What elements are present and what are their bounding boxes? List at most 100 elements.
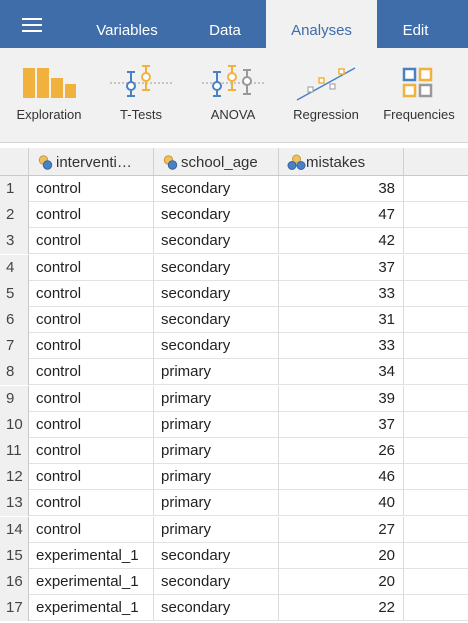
intervention-cell[interactable]: control bbox=[29, 359, 154, 386]
school-age-cell[interactable]: primary bbox=[154, 516, 279, 543]
column-header-school-age[interactable]: school_age bbox=[154, 148, 279, 176]
row-number-cell[interactable]: 10 bbox=[0, 411, 29, 438]
empty-cell[interactable] bbox=[404, 228, 468, 254]
school-age-cell[interactable]: primary bbox=[154, 359, 279, 386]
intervention-cell[interactable]: experimental_1 bbox=[29, 595, 154, 622]
school-age-cell[interactable]: primary bbox=[154, 490, 279, 517]
empty-cell[interactable] bbox=[404, 517, 468, 543]
intervention-cell[interactable]: control bbox=[29, 385, 154, 412]
mistakes-cell[interactable]: 39 bbox=[279, 385, 404, 412]
mistakes-cell[interactable]: 33 bbox=[279, 280, 404, 307]
mistakes-cell[interactable]: 40 bbox=[279, 490, 404, 517]
empty-cell[interactable] bbox=[404, 438, 468, 464]
empty-cell[interactable] bbox=[404, 543, 468, 569]
empty-cell[interactable] bbox=[404, 490, 468, 516]
row-number-cell[interactable]: 2 bbox=[0, 202, 29, 229]
empty-cell[interactable] bbox=[404, 595, 468, 621]
school-age-cell[interactable]: secondary bbox=[154, 254, 279, 281]
empty-cell[interactable] bbox=[404, 333, 468, 359]
school-age-cell[interactable]: secondary bbox=[154, 542, 279, 569]
row-number-cell[interactable]: 11 bbox=[0, 438, 29, 464]
school-age-cell[interactable]: secondary bbox=[154, 307, 279, 333]
school-age-cell[interactable]: secondary bbox=[154, 333, 279, 360]
tab-edit[interactable]: Edit bbox=[377, 0, 454, 48]
intervention-cell[interactable]: control bbox=[29, 464, 154, 491]
row-number-cell[interactable]: 6 bbox=[0, 307, 29, 333]
school-age-cell[interactable]: secondary bbox=[154, 595, 279, 622]
mistakes-cell[interactable]: 46 bbox=[279, 464, 404, 491]
school-age-cell[interactable]: primary bbox=[154, 411, 279, 438]
tab-variables[interactable]: Variables bbox=[80, 0, 174, 48]
intervention-cell[interactable]: control bbox=[29, 411, 154, 438]
school-age-cell[interactable]: secondary bbox=[154, 280, 279, 307]
school-age-cell[interactable]: secondary bbox=[154, 228, 279, 255]
ttests-button[interactable]: T-Tests bbox=[98, 48, 184, 142]
row-number-cell[interactable]: 12 bbox=[0, 464, 29, 491]
intervention-cell[interactable]: control bbox=[29, 228, 154, 255]
mistakes-cell[interactable]: 34 bbox=[279, 359, 404, 386]
empty-cell[interactable] bbox=[404, 202, 468, 228]
school-age-cell[interactable]: secondary bbox=[154, 176, 279, 202]
intervention-cell[interactable]: control bbox=[29, 307, 154, 333]
row-number-cell[interactable]: 15 bbox=[0, 542, 29, 569]
school-age-cell[interactable]: primary bbox=[154, 438, 279, 464]
intervention-cell[interactable]: control bbox=[29, 516, 154, 543]
row-number-cell[interactable]: 8 bbox=[0, 359, 29, 386]
row-number-cell[interactable]: 3 bbox=[0, 228, 29, 255]
mistakes-cell[interactable]: 33 bbox=[279, 333, 404, 360]
tab-data[interactable]: Data bbox=[176, 0, 274, 48]
mistakes-cell[interactable]: 27 bbox=[279, 516, 404, 543]
mistakes-cell[interactable]: 42 bbox=[279, 228, 404, 255]
empty-cell[interactable] bbox=[404, 176, 468, 202]
empty-column-header[interactable] bbox=[404, 148, 468, 176]
exploration-button[interactable]: Exploration bbox=[6, 48, 92, 142]
mistakes-cell[interactable]: 38 bbox=[279, 176, 404, 202]
mistakes-cell[interactable]: 37 bbox=[279, 254, 404, 281]
empty-cell[interactable] bbox=[404, 386, 468, 412]
mistakes-cell[interactable]: 20 bbox=[279, 569, 404, 595]
row-number-cell[interactable]: 7 bbox=[0, 333, 29, 360]
intervention-cell[interactable]: control bbox=[29, 254, 154, 281]
intervention-cell[interactable]: experimental_1 bbox=[29, 542, 154, 569]
row-number-cell[interactable]: 17 bbox=[0, 595, 29, 622]
column-header-mistakes[interactable]: mistakes bbox=[279, 148, 404, 176]
empty-cell[interactable] bbox=[404, 464, 468, 490]
row-number-cell[interactable]: 9 bbox=[0, 385, 29, 412]
empty-cell[interactable] bbox=[404, 281, 468, 307]
intervention-cell[interactable]: control bbox=[29, 490, 154, 517]
intervention-cell[interactable]: control bbox=[29, 176, 154, 202]
school-age-cell[interactable]: secondary bbox=[154, 569, 279, 595]
empty-cell[interactable] bbox=[404, 359, 468, 385]
empty-cell[interactable] bbox=[404, 412, 468, 438]
intervention-cell[interactable]: control bbox=[29, 280, 154, 307]
column-header-intervention[interactable]: interventi… bbox=[29, 148, 154, 176]
hamburger-menu-icon[interactable] bbox=[22, 18, 42, 32]
mistakes-cell[interactable]: 47 bbox=[279, 202, 404, 229]
intervention-cell[interactable]: experimental_1 bbox=[29, 569, 154, 595]
empty-cell[interactable] bbox=[404, 255, 468, 281]
row-number-cell[interactable]: 4 bbox=[0, 254, 29, 281]
mistakes-cell[interactable]: 26 bbox=[279, 438, 404, 464]
tab-analyses[interactable]: Analyses bbox=[266, 0, 377, 48]
empty-cell[interactable] bbox=[404, 569, 468, 595]
intervention-cell[interactable]: control bbox=[29, 202, 154, 229]
row-number-cell[interactable]: 14 bbox=[0, 516, 29, 543]
intervention-cell[interactable]: control bbox=[29, 438, 154, 464]
mistakes-cell[interactable]: 20 bbox=[279, 542, 404, 569]
row-number-cell[interactable]: 5 bbox=[0, 280, 29, 307]
row-number-cell[interactable]: 16 bbox=[0, 569, 29, 595]
regression-button[interactable]: Regression bbox=[283, 48, 369, 142]
row-number-cell[interactable]: 13 bbox=[0, 490, 29, 517]
row-number-header[interactable] bbox=[0, 148, 29, 176]
mistakes-cell[interactable]: 31 bbox=[279, 307, 404, 333]
anova-button[interactable]: ANOVA bbox=[190, 48, 276, 142]
mistakes-cell[interactable]: 22 bbox=[279, 595, 404, 622]
intervention-cell[interactable]: control bbox=[29, 333, 154, 360]
school-age-cell[interactable]: secondary bbox=[154, 202, 279, 229]
frequencies-button[interactable]: Frequencies bbox=[376, 48, 462, 142]
school-age-cell[interactable]: primary bbox=[154, 464, 279, 491]
mistakes-cell[interactable]: 37 bbox=[279, 411, 404, 438]
row-number-cell[interactable]: 1 bbox=[0, 176, 29, 202]
school-age-cell[interactable]: primary bbox=[154, 385, 279, 412]
empty-cell[interactable] bbox=[404, 307, 468, 333]
